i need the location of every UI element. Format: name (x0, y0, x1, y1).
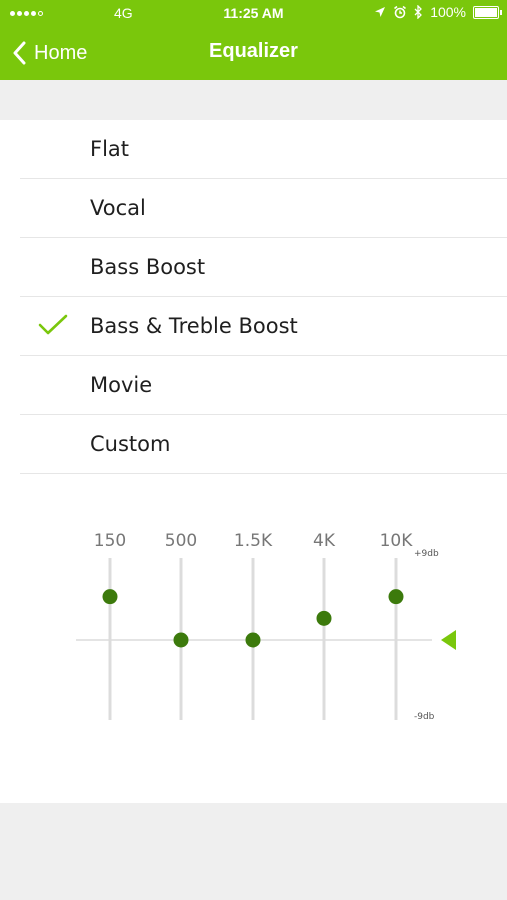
preset-item-label: Bass & Treble Boost (90, 314, 298, 338)
band-frequency-label: 1.5K (234, 531, 273, 551)
equalizer-panel: Flat Vocal Bass Boost Bass & Treble Boost Mo… (0, 120, 507, 803)
top-bar: 4G 11:25 AM 100% Home Equalizer (0, 0, 507, 80)
preset-item[interactable]: Custom (0, 415, 507, 474)
preset-item[interactable]: Bass & Treble Boost (0, 297, 507, 356)
preset-item-label: Vocal (90, 196, 146, 220)
band-frequency-label: 10K (380, 531, 414, 551)
preset-item[interactable]: Vocal (0, 179, 507, 238)
location-arrow-icon (375, 7, 386, 17)
preset-item-label: Custom (90, 432, 171, 456)
alarm-icon (394, 5, 407, 19)
bluetooth-icon (414, 5, 423, 19)
band-frequency-label: 500 (165, 531, 197, 551)
equalizer-graph: 150 500 1.5K 4K 10K+9db -9db (76, 531, 456, 722)
preset-item-label: Flat (90, 137, 130, 161)
preamp-indicator-icon[interactable] (441, 630, 456, 650)
preset-item-label: Bass Boost (90, 255, 206, 279)
checkmark-icon (38, 314, 68, 335)
band-slider-knob[interactable] (102, 589, 118, 605)
preset-item-label: Movie (90, 373, 153, 397)
min-db-label: -9db (414, 712, 435, 722)
band-slider-knob[interactable] (173, 632, 189, 648)
preset-item[interactable]: Bass Boost (0, 238, 507, 297)
equalizer-sliders: 150 500 1.5K 4K 10K +9db -9db (0, 510, 507, 750)
battery-percent: 100% (430, 4, 466, 20)
band-slider-knob[interactable] (245, 632, 261, 648)
preset-list: Flat Vocal Bass Boost Bass & Treble Boost Mo… (0, 120, 507, 474)
nav-bar: Home Equalizer (0, 28, 507, 80)
band-slider-knob[interactable] (388, 589, 404, 605)
band-frequency-label: 150 (94, 531, 126, 551)
divider (20, 473, 507, 474)
max-db-label: +9db (414, 549, 439, 559)
status-bar: 4G 11:25 AM 100% (0, 0, 507, 28)
page-title: Equalizer (209, 40, 298, 62)
preset-item[interactable]: Flat (0, 120, 507, 179)
band-frequency-label: 4K (313, 531, 336, 551)
preset-item[interactable]: Movie (0, 356, 507, 415)
battery-icon (473, 5, 502, 19)
band-slider-knob[interactable] (316, 610, 332, 626)
